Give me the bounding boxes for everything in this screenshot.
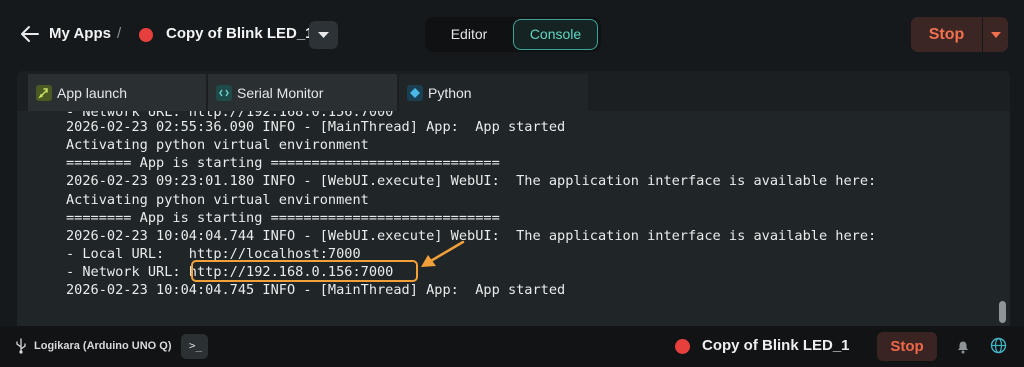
console-tabs: App launch Serial Monitor Python	[17, 71, 1010, 111]
network-url-highlight	[191, 260, 418, 282]
log-line: 2026-02-23 10:04:04.745 INFO - [MainThre…	[66, 282, 566, 298]
log-line: 2026-02-23 10:04:04.744 INFO - [WebUI.ex…	[66, 228, 877, 244]
app-status-indicator	[675, 339, 690, 354]
console-panel: App launch Serial Monitor Python - Netwo…	[17, 71, 1010, 326]
tab-serial-monitor-label: Serial Monitor	[237, 85, 324, 101]
app-status-indicator	[139, 28, 153, 42]
app-window: My Apps / Copy of Blink LED_1 Editor Con…	[0, 0, 1024, 367]
annotation-arrow-icon	[421, 240, 465, 267]
app-launch-icon	[36, 85, 52, 101]
terminal-icon: >_	[189, 339, 203, 352]
tab-app-launch-label: App launch	[57, 85, 128, 101]
view-switcher: Editor Console	[425, 17, 601, 52]
log-scrollbar[interactable]	[996, 111, 1010, 326]
log-line: ======== App is starting ===============…	[66, 210, 500, 226]
scrollbar-thumb[interactable]	[999, 301, 1006, 323]
python-icon	[407, 85, 423, 101]
chevron-down-icon	[318, 32, 329, 38]
app-title: Copy of Blink LED_1	[166, 25, 314, 42]
tab-serial-monitor[interactable]: Serial Monitor	[208, 74, 398, 111]
log-line: 2026-02-23 09:23:01.180 INFO - [WebUI.ex…	[66, 173, 877, 189]
statusbar-app-title: Copy of Blink LED_1	[702, 337, 850, 354]
log-line: ======== App is starting ===============…	[66, 155, 500, 171]
breadcrumb-separator: /	[117, 25, 122, 42]
log-line: 2026-02-23 02:55:36.090 INFO - [MainThre…	[66, 119, 566, 135]
top-bar: My Apps / Copy of Blink LED_1 Editor Con…	[0, 0, 1024, 70]
log-line: Activating python virtual environment	[66, 192, 369, 208]
log-line: Activating python virtual environment	[66, 137, 369, 153]
tab-editor[interactable]: Editor	[425, 17, 513, 52]
tab-console[interactable]: Console	[513, 19, 598, 50]
chevron-down-icon	[991, 32, 1001, 38]
stop-options-button[interactable]	[983, 17, 1008, 52]
tab-python-label: Python	[428, 85, 472, 101]
log-output[interactable]: - Network URL: http://192.168.0.156:7000…	[17, 111, 997, 326]
tab-app-launch[interactable]: App launch	[28, 74, 207, 111]
globe-icon[interactable]	[990, 337, 1007, 354]
arrow-left-icon[interactable]	[18, 22, 42, 46]
serial-monitor-icon	[216, 85, 232, 101]
status-bar: Logikara (Arduino UNO Q) >_ Copy of Blin…	[0, 326, 1024, 367]
breadcrumb-my-apps[interactable]: My Apps	[49, 25, 111, 42]
stop-button[interactable]: Stop	[911, 17, 982, 52]
terminal-button[interactable]: >_	[181, 334, 208, 359]
app-menu-button[interactable]	[309, 21, 338, 49]
usb-icon	[16, 338, 26, 354]
tab-python[interactable]: Python	[399, 74, 589, 111]
connected-board-label[interactable]: Logikara (Arduino UNO Q)	[34, 340, 172, 352]
bell-icon[interactable]	[956, 338, 970, 354]
statusbar-stop-button[interactable]: Stop	[877, 332, 937, 361]
